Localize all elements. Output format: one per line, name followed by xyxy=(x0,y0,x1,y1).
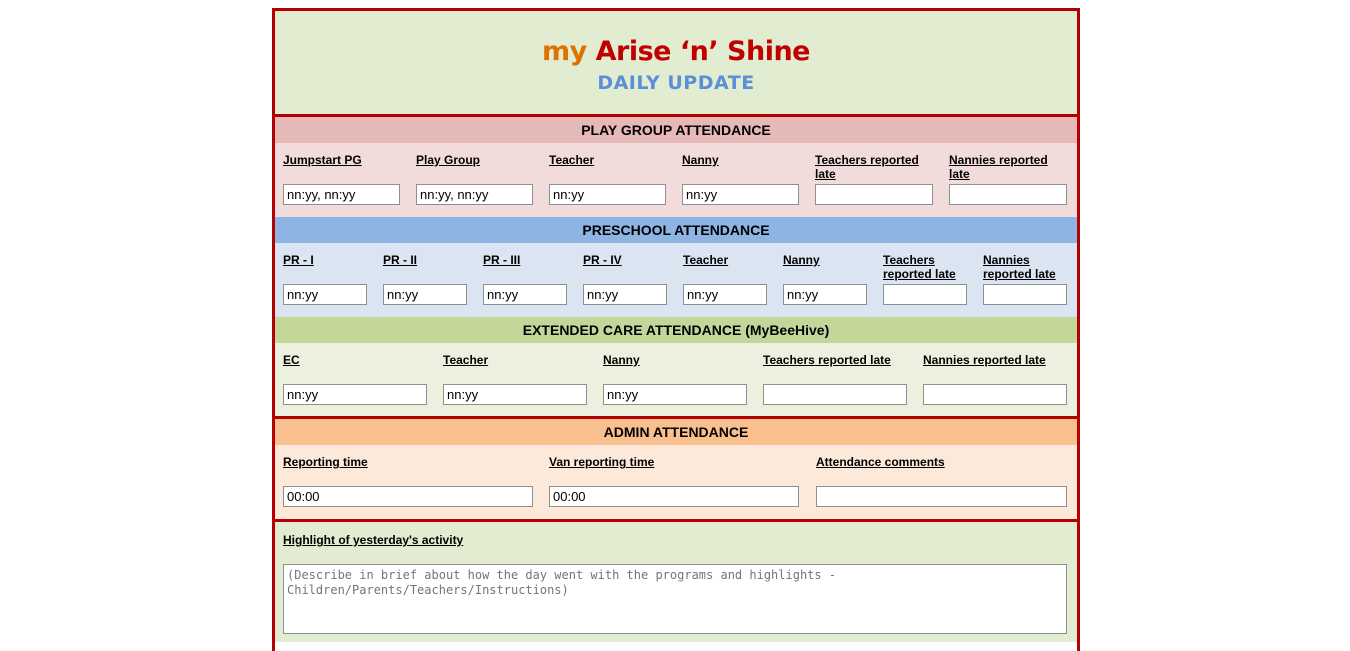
ps-nannies-late-label: Nannies reported late xyxy=(983,253,1056,281)
ps-teacher-input[interactable] xyxy=(683,284,767,305)
ec-nannies-late-input[interactable] xyxy=(923,384,1067,405)
ps-teachers-late-input[interactable] xyxy=(883,284,967,305)
pr3-label: PR - III xyxy=(483,253,521,267)
ec-teachers-late-label: Teachers reported late xyxy=(763,353,891,367)
highlight-section: Highlight of yesterday's activity xyxy=(275,522,1077,642)
ec-input[interactable] xyxy=(283,384,427,405)
highlight-body: Highlight of yesterday's activity xyxy=(275,522,1077,642)
ec-nanny-label: Nanny xyxy=(603,353,640,367)
play-group-input[interactable] xyxy=(416,184,533,205)
jumpstart-pg-input[interactable] xyxy=(283,184,400,205)
extended-care-body: EC Teacher Nanny Teachers reported late … xyxy=(275,343,1077,419)
pr4-input[interactable] xyxy=(583,284,667,305)
playgroup-heading: PLAY GROUP ATTENDANCE xyxy=(275,117,1077,143)
pg-nanny-label: Nanny xyxy=(682,153,719,167)
ec-teacher-label: Teacher xyxy=(443,353,489,367)
pg-teacher-label: Teacher xyxy=(549,153,595,167)
pr4-label: PR - IV xyxy=(583,253,622,267)
admin-heading: ADMIN ATTENDANCE xyxy=(275,419,1077,445)
ec-nanny-input[interactable] xyxy=(603,384,747,405)
form-header: my Arise ‘n’ Shine DAILY UPDATE xyxy=(275,11,1077,117)
reporting-time-input[interactable] xyxy=(283,486,533,507)
ec-teachers-late-input[interactable] xyxy=(763,384,907,405)
extended-care-section: EXTENDED CARE ATTENDANCE (MyBeeHive) EC … xyxy=(275,317,1077,419)
page-subtitle: DAILY UPDATE xyxy=(597,72,755,94)
pr3-input[interactable] xyxy=(483,284,567,305)
ec-nannies-late-label: Nannies reported late xyxy=(923,353,1046,367)
pg-teacher-input[interactable] xyxy=(549,184,666,205)
pg-nannies-late-label: Nannies reported late xyxy=(949,153,1048,181)
jumpstart-pg-label: Jumpstart PG xyxy=(283,153,362,167)
ec-teacher-input[interactable] xyxy=(443,384,587,405)
app-title: my Arise ‘n’ Shine xyxy=(275,36,1077,67)
preschool-section: PRESCHOOL ATTENDANCE PR - I PR - II PR -… xyxy=(275,217,1077,317)
preschool-body: PR - I PR - II PR - III PR - IV Teacher … xyxy=(275,243,1077,317)
extended-care-heading: EXTENDED CARE ATTENDANCE (MyBeeHive) xyxy=(275,317,1077,343)
pg-teachers-late-label: Teachers reported late xyxy=(815,153,919,181)
attendance-comments-label: Attendance comments xyxy=(816,455,945,469)
ps-teacher-label: Teacher xyxy=(683,253,729,267)
ps-nanny-label: Nanny xyxy=(783,253,820,267)
van-reporting-time-label: Van reporting time xyxy=(549,455,655,469)
pr2-input[interactable] xyxy=(383,284,467,305)
preschool-heading: PRESCHOOL ATTENDANCE xyxy=(275,217,1077,243)
van-reporting-time-input[interactable] xyxy=(549,486,799,507)
pg-teachers-late-input[interactable] xyxy=(815,184,933,205)
pg-nanny-input[interactable] xyxy=(682,184,799,205)
daily-update-form: my Arise ‘n’ Shine DAILY UPDATE PLAY GRO… xyxy=(272,8,1080,651)
admin-body: Reporting time Van reporting time Attend… xyxy=(275,445,1077,522)
pr1-label: PR - I xyxy=(283,253,314,267)
ec-label: EC xyxy=(283,353,300,367)
playgroup-body: Jumpstart PG Play Group Teacher Nanny Te… xyxy=(275,143,1077,217)
ps-teachers-late-label: Teachers reported late xyxy=(883,253,956,281)
ps-nannies-late-input[interactable] xyxy=(983,284,1067,305)
attendance-comments-input[interactable] xyxy=(816,486,1067,507)
pr1-input[interactable] xyxy=(283,284,367,305)
highlight-label: Highlight of yesterday's activity xyxy=(283,533,464,547)
ps-nanny-input[interactable] xyxy=(783,284,867,305)
admin-section: ADMIN ATTENDANCE Reporting time Van repo… xyxy=(275,419,1077,522)
title-main: Arise ‘n’ Shine xyxy=(595,36,811,67)
reporting-time-label: Reporting time xyxy=(283,455,368,469)
title-my: my xyxy=(542,36,587,67)
pr2-label: PR - II xyxy=(383,253,418,267)
highlight-textarea[interactable] xyxy=(283,564,1067,634)
playgroup-section: PLAY GROUP ATTENDANCE Jumpstart PG Play … xyxy=(275,117,1077,217)
play-group-label: Play Group xyxy=(416,153,481,167)
pg-nannies-late-input[interactable] xyxy=(949,184,1067,205)
